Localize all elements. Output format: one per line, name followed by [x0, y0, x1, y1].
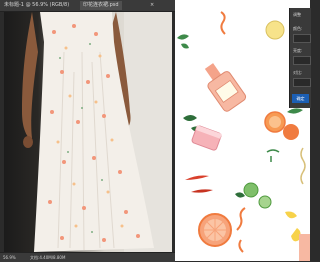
dress-photo	[4, 12, 172, 252]
brightness-field[interactable]	[293, 56, 311, 65]
document-tab-bar: 未标题-1 @ 56.9% (RGB/8) 印花连衣裙.psd ×	[0, 0, 175, 12]
field-label-color: 颜色:	[293, 26, 303, 31]
adjustment-panel: 调整 颜色: 亮度: 对比: 确定	[289, 8, 311, 108]
field-label-contrast: 对比:	[293, 70, 303, 75]
field-label-brightness: 亮度:	[293, 48, 303, 53]
document-canvas[interactable]	[4, 12, 172, 252]
ok-button[interactable]: 确定	[292, 94, 309, 103]
contrast-field[interactable]	[293, 78, 311, 87]
color-field[interactable]	[293, 34, 311, 43]
tab-untitled[interactable]: 未标题-1 @ 56.9% (RGB/8)	[1, 1, 72, 10]
tab-dress-psd[interactable]: 印花连衣裙.psd	[80, 1, 122, 10]
close-icon[interactable]: ×	[150, 1, 154, 10]
panel-title: 调整	[293, 12, 301, 17]
